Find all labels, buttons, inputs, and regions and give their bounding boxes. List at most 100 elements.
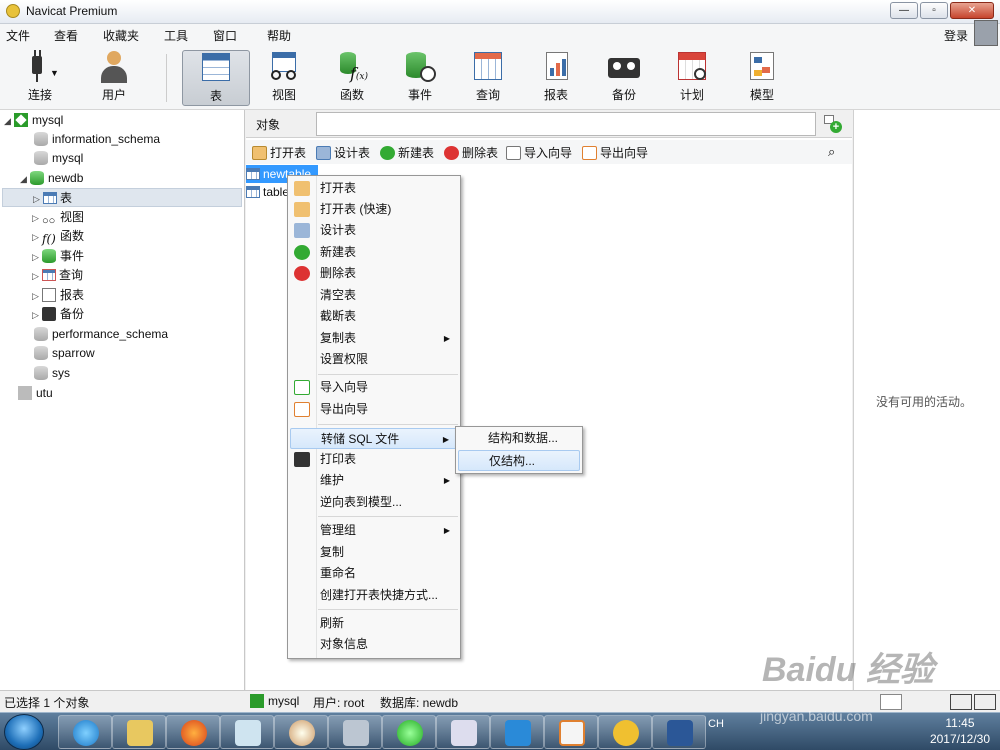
tree-node-information-schema[interactable]: information_schema bbox=[34, 130, 160, 149]
expand-icon[interactable]: ▷ bbox=[32, 248, 42, 267]
submenu-structure-only[interactable]: 仅结构... bbox=[458, 450, 580, 471]
taskbar-paint[interactable] bbox=[274, 715, 328, 749]
system-clock[interactable]: 11:45 2017/12/30 bbox=[930, 715, 990, 747]
tree-node-performance-schema[interactable]: performance_schema bbox=[34, 325, 168, 344]
tree-node-functions[interactable]: ▷ f() 函数 bbox=[32, 227, 84, 246]
ctx-design-table[interactable]: 设计表 bbox=[290, 220, 458, 241]
taskbar-navicat[interactable] bbox=[598, 715, 652, 749]
add-tab-icon[interactable]: + bbox=[824, 115, 842, 133]
ctx-delete-table[interactable]: 删除表 bbox=[290, 263, 458, 284]
tree-node-reports[interactable]: ▷ 报表 bbox=[32, 286, 84, 305]
er-view-icon[interactable] bbox=[974, 694, 996, 710]
taskbar-notes[interactable] bbox=[220, 715, 274, 749]
tree-node-newdb[interactable]: ◢ newdb bbox=[20, 169, 83, 188]
tree-node-utu[interactable]: utu bbox=[18, 384, 53, 403]
menu-help[interactable]: 帮助 bbox=[267, 27, 291, 44]
ctx-empty-table[interactable]: 清空表 bbox=[290, 285, 458, 306]
tree-node-events[interactable]: ▷ 事件 bbox=[32, 247, 84, 266]
login-avatar[interactable] bbox=[974, 20, 998, 46]
taskbar-search[interactable] bbox=[544, 715, 598, 749]
ctx-open-table[interactable]: 打开表 bbox=[290, 178, 458, 199]
taskbar-feiq[interactable] bbox=[490, 715, 544, 749]
collapse-icon[interactable]: ◢ bbox=[20, 170, 30, 189]
ctx-truncate-table[interactable]: 截断表 bbox=[290, 306, 458, 327]
toolbar-schedule[interactable]: 计划 bbox=[660, 50, 724, 106]
delete-table-button[interactable]: 删除表 bbox=[444, 144, 498, 161]
login-link[interactable]: 登录 bbox=[944, 27, 968, 44]
expand-icon[interactable]: ▷ bbox=[33, 190, 43, 209]
close-button[interactable]: ✕ bbox=[950, 2, 994, 19]
maximize-button[interactable]: ▫ bbox=[920, 2, 948, 19]
ctx-refresh[interactable]: 刷新 bbox=[290, 613, 458, 634]
ctx-export-wizard[interactable]: 导出向导 bbox=[290, 399, 458, 420]
export-wizard-button[interactable]: 导出向导 bbox=[582, 144, 648, 161]
toolbar-model[interactable]: 模型 bbox=[730, 50, 794, 106]
language-indicator[interactable]: CH bbox=[708, 718, 724, 730]
ctx-reverse-to-model[interactable]: 逆向表到模型... bbox=[290, 492, 458, 513]
ctx-copy[interactable]: 复制 bbox=[290, 542, 458, 563]
ctx-maintain[interactable]: 维护 ▶ bbox=[290, 470, 458, 491]
taskbar-firefox[interactable] bbox=[166, 715, 220, 749]
taskbar-word[interactable] bbox=[652, 715, 706, 749]
expand-icon[interactable]: ▷ bbox=[32, 228, 42, 247]
tree-node-views[interactable]: ▷ ○○ 视图 bbox=[32, 208, 84, 227]
expand-icon[interactable]: ▷ bbox=[32, 267, 42, 286]
toolbar-report[interactable]: 报表 bbox=[524, 50, 588, 106]
firefox-icon bbox=[181, 720, 207, 746]
ctx-new-table[interactable]: 新建表 bbox=[290, 242, 458, 263]
word-icon bbox=[667, 720, 693, 746]
tree-node-sys[interactable]: sys bbox=[34, 364, 70, 383]
ctx-open-table-quick[interactable]: 打开表 (快速) bbox=[290, 199, 458, 220]
taskbar-explorer[interactable] bbox=[112, 715, 166, 749]
menu-view[interactable]: 查看 bbox=[54, 27, 78, 44]
tree-node-tables[interactable]: ▷ 表 bbox=[2, 188, 242, 207]
toolbar-event[interactable]: 事件 bbox=[388, 50, 452, 106]
ctx-set-permissions[interactable]: 设置权限 bbox=[290, 349, 458, 370]
start-button[interactable] bbox=[4, 714, 44, 750]
new-table-button[interactable]: 新建表 bbox=[380, 144, 434, 161]
taskbar-browser[interactable] bbox=[382, 715, 436, 749]
list-view-icon[interactable] bbox=[880, 694, 902, 710]
tree-node-queries[interactable]: ▷ 查询 bbox=[32, 266, 83, 285]
tree-node-mysql-connection[interactable]: ◢ mysql bbox=[4, 111, 63, 130]
open-table-button[interactable]: 打开表 bbox=[252, 144, 306, 161]
tree-node-mysql-db[interactable]: mysql bbox=[34, 149, 83, 168]
menu-tools[interactable]: 工具 bbox=[164, 27, 188, 44]
menu-window[interactable]: 窗口 bbox=[213, 27, 237, 44]
minimize-button[interactable]: — bbox=[890, 2, 918, 19]
expand-icon[interactable]: ▷ bbox=[32, 306, 42, 325]
collapse-icon[interactable]: ◢ bbox=[4, 112, 14, 131]
toolbar-view[interactable]: 视图 bbox=[252, 50, 316, 106]
taskbar-calculator[interactable] bbox=[328, 715, 382, 749]
expand-icon[interactable]: ▷ bbox=[32, 287, 42, 306]
toolbar-function[interactable]: f(x) 函数 bbox=[320, 50, 384, 106]
ctx-object-info[interactable]: 对象信息 bbox=[290, 634, 458, 655]
toolbar-table[interactable]: 表 bbox=[182, 50, 250, 106]
ctx-rename[interactable]: 重命名 bbox=[290, 563, 458, 584]
design-table-button[interactable]: 设计表 bbox=[316, 144, 370, 161]
tree-node-backups[interactable]: ▷ 备份 bbox=[32, 305, 84, 324]
taskbar-tool[interactable] bbox=[436, 715, 490, 749]
expand-icon[interactable]: ▷ bbox=[32, 209, 42, 228]
ctx-label: 打开表 (快速) bbox=[320, 202, 392, 216]
menu-favorites[interactable]: 收藏夹 bbox=[103, 27, 139, 44]
toolbar-backup[interactable]: 备份 bbox=[592, 50, 656, 106]
tab-objects[interactable]: 对象 bbox=[256, 116, 280, 133]
toolbar-query[interactable]: 查询 bbox=[456, 50, 520, 106]
object-item-table[interactable]: table bbox=[246, 183, 289, 201]
ctx-dump-sql-file[interactable]: 转储 SQL 文件 ▶ bbox=[290, 428, 458, 449]
search-icon[interactable]: ⌕ bbox=[828, 144, 835, 160]
menu-file[interactable]: 文件 bbox=[6, 27, 30, 44]
import-wizard-button[interactable]: 导入向导 bbox=[506, 144, 572, 161]
submenu-structure-and-data[interactable]: 结构和数据... bbox=[458, 428, 580, 449]
toolbar-user[interactable]: 用户 bbox=[82, 50, 146, 106]
toolbar-connect[interactable]: ▼ 连接 bbox=[8, 50, 72, 106]
ctx-copy-table[interactable]: 复制表 ▶ bbox=[290, 328, 458, 349]
detail-view-icon[interactable] bbox=[950, 694, 972, 710]
ctx-manage-group[interactable]: 管理组 ▶ bbox=[290, 520, 458, 541]
taskbar-ie[interactable] bbox=[58, 715, 112, 749]
ctx-create-shortcut[interactable]: 创建打开表快捷方式... bbox=[290, 585, 458, 606]
tree-node-sparrow[interactable]: sparrow bbox=[34, 344, 95, 363]
ctx-import-wizard[interactable]: 导入向导 bbox=[290, 377, 458, 398]
ctx-print-table[interactable]: 打印表 bbox=[290, 449, 458, 470]
